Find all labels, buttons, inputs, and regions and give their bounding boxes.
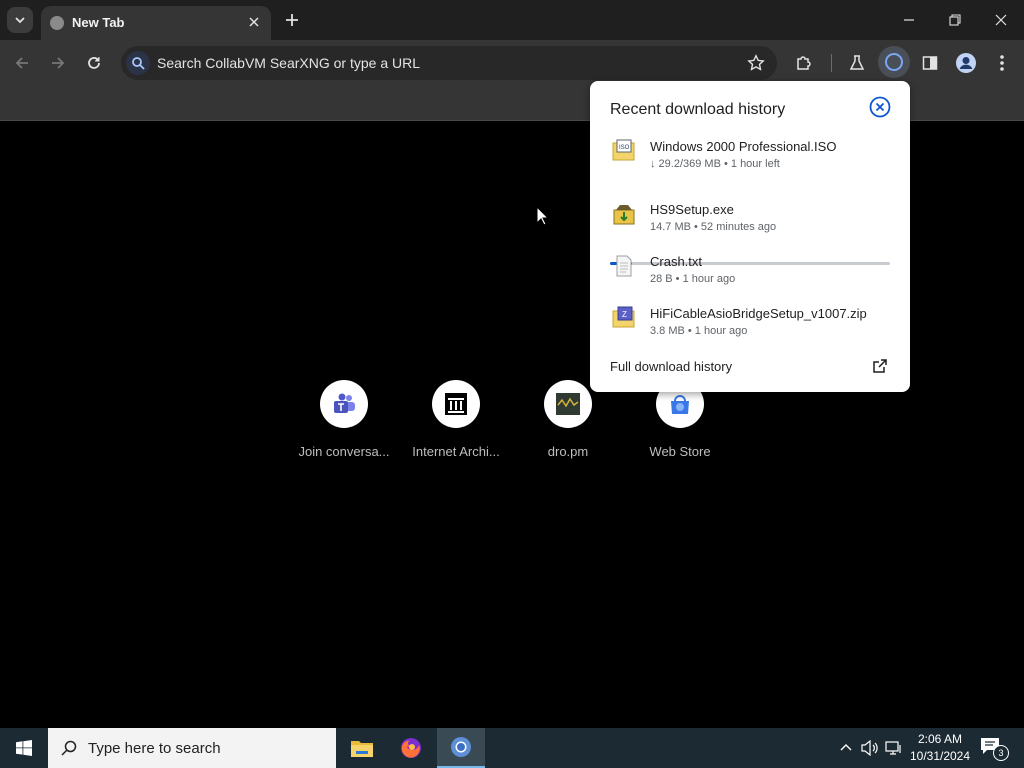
arrow-right-icon (52, 57, 65, 69)
shortcut-tile[interactable]: Internet Archi... (408, 380, 504, 459)
full-download-history-link[interactable]: Full download history (610, 359, 732, 374)
open-external-icon[interactable] (872, 358, 888, 374)
archive-icon (445, 393, 467, 415)
downloads-title: Recent download history (610, 101, 786, 118)
download-status: 28 B • 1 hour ago (650, 273, 736, 285)
chevron-up-icon (840, 744, 852, 751)
close-icon (249, 17, 259, 27)
globe-icon (50, 16, 64, 30)
restore-button[interactable] (932, 0, 978, 40)
windows-icon (16, 740, 32, 756)
omnibox-placeholder: Search CollabVM SearXNG or type a URL (157, 55, 420, 71)
profile-button[interactable] (953, 50, 979, 76)
taskbar-clock[interactable]: 2:06 AM 10/31/2024 (908, 731, 972, 765)
zip-file-icon: Z (612, 306, 635, 328)
minimize-button[interactable] (886, 0, 932, 40)
dropm-icon (556, 393, 580, 415)
folder-icon (351, 741, 373, 757)
star-icon[interactable] (747, 54, 765, 72)
tab-title: New Tab (72, 15, 125, 30)
iso-file-icon: ISO (612, 139, 635, 161)
omnibox[interactable]: Search CollabVM SearXNG or type a URL (121, 46, 777, 80)
download-progress-icon (885, 53, 903, 71)
download-item[interactable]: Crash.txt 28 B • 1 hour ago (610, 250, 900, 294)
download-item[interactable]: ISO Windows 2000 Professional.ISO ↓ 29.2… (610, 135, 900, 179)
text-file-icon (616, 255, 632, 277)
back-button[interactable] (9, 50, 35, 76)
close-icon[interactable] (869, 96, 891, 118)
chrome-icon (451, 737, 471, 757)
new-tab-button[interactable] (280, 8, 304, 32)
shortcut-label: Internet Archi... (412, 444, 500, 459)
notification-count-badge: 3 (993, 745, 1009, 761)
taskbar-chrome[interactable] (437, 728, 485, 768)
search-icon (126, 51, 150, 75)
tray-volume[interactable] (860, 738, 880, 758)
firefox-icon (401, 738, 421, 758)
menu-button[interactable] (989, 50, 1015, 76)
tray-network[interactable] (884, 738, 904, 758)
tab-close-button[interactable] (245, 13, 263, 31)
tab-new-tab[interactable]: New Tab (41, 6, 271, 40)
close-icon (995, 14, 1007, 26)
start-button[interactable] (0, 728, 48, 768)
tray-overflow-chevron[interactable] (836, 738, 856, 758)
mouse-cursor-icon (536, 206, 550, 226)
puzzle-icon (797, 56, 811, 70)
download-item[interactable]: Z HiFiCableAsioBridgeSetup_v1007.zip 3.8… (610, 302, 900, 346)
taskbar: Type here to search 2:06 AM 10/31/2024 3 (0, 728, 1024, 768)
download-status: 14.7 MB • 52 minutes ago (650, 221, 777, 233)
download-status: 3.8 MB • 1 hour ago (650, 325, 748, 337)
taskbar-file-explorer[interactable] (338, 728, 386, 768)
svg-text:Z: Z (622, 310, 627, 319)
download-item[interactable]: HS9Setup.exe 14.7 MB • 52 minutes ago (610, 198, 900, 242)
side-panel-icon (922, 56, 938, 70)
download-filename: HiFiCableAsioBridgeSetup_v1007.zip (650, 306, 867, 321)
labs-button[interactable] (844, 50, 870, 76)
downloads-button[interactable] (878, 46, 910, 78)
taskbar-search-box[interactable]: Type here to search (48, 728, 336, 768)
download-filename: Crash.txt (650, 254, 703, 269)
tab-strip: New Tab (0, 0, 1024, 40)
clock-date: 10/31/2024 (909, 749, 971, 763)
close-window-button[interactable] (978, 0, 1024, 40)
arrow-left-icon (15, 57, 28, 69)
taskbar-search-placeholder: Type here to search (88, 740, 221, 757)
download-status: ↓ 29.2/369 MB • 1 hour left (650, 158, 780, 170)
reload-icon (88, 57, 100, 69)
clock-time: 2:06 AM (917, 732, 963, 746)
plus-icon (286, 14, 298, 26)
shortcut-label: Web Store (649, 444, 711, 459)
browser-toolbar: Search CollabVM SearXNG or type a URL (0, 40, 1024, 86)
forward-button[interactable] (45, 50, 71, 76)
svg-text:ISO: ISO (619, 145, 630, 151)
download-filename: HS9Setup.exe (650, 202, 734, 217)
search-icon (61, 740, 77, 756)
speaker-icon (861, 740, 878, 756)
webstore-icon (671, 395, 689, 414)
teams-icon (334, 393, 355, 413)
taskbar-firefox[interactable] (387, 728, 435, 768)
side-panel-button[interactable] (917, 50, 943, 76)
downloads-bubble: Recent download history ISO Windows 2000… (590, 81, 910, 392)
avatar-icon (956, 53, 976, 73)
download-filename: Windows 2000 Professional.ISO (650, 139, 837, 154)
shortcut-label: Join conversa... (298, 444, 390, 459)
more-vert-icon (1000, 55, 1004, 71)
reload-button[interactable] (81, 50, 107, 76)
shortcut-tile[interactable]: Join conversa... (296, 380, 392, 459)
installer-icon (613, 205, 635, 225)
action-center-button[interactable]: 3 (980, 737, 1009, 761)
tab-search-button[interactable] (7, 7, 33, 33)
shortcut-label: dro.pm (547, 444, 589, 459)
minimize-icon (904, 19, 914, 21)
restore-icon (949, 14, 961, 26)
extensions-button[interactable] (791, 50, 817, 76)
toolbar-separator (831, 54, 832, 72)
chevron-down-icon (15, 17, 25, 24)
network-icon (885, 741, 901, 755)
flask-icon (849, 55, 865, 70)
